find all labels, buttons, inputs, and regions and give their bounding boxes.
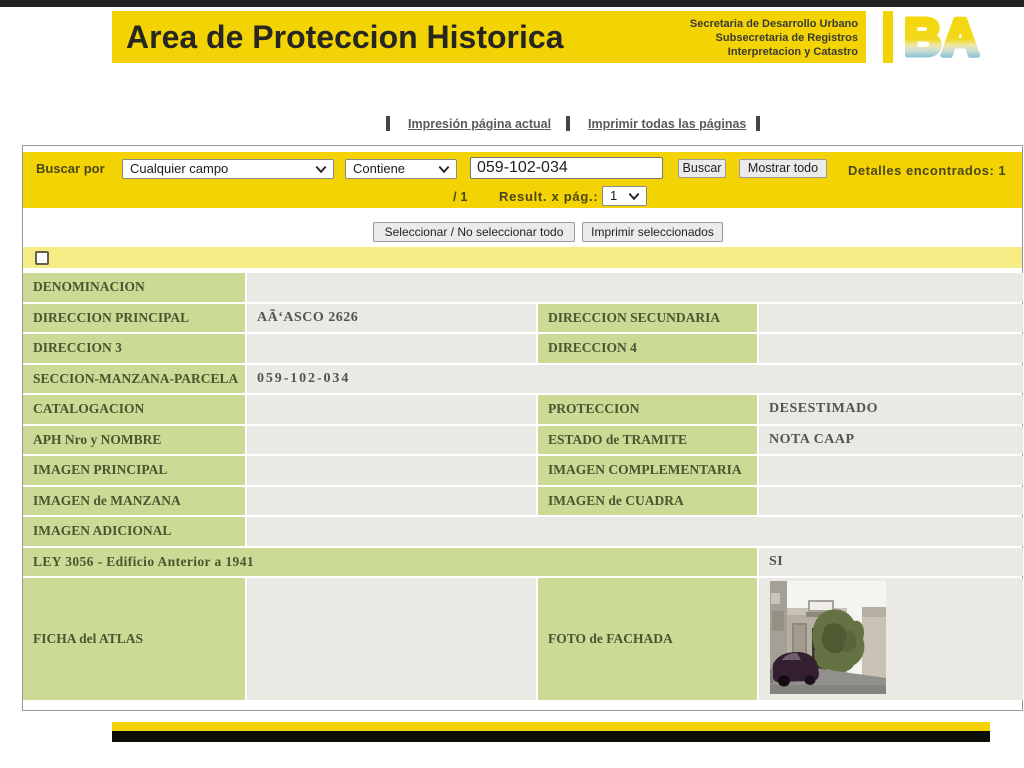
svg-text:BA: BA xyxy=(904,10,979,60)
